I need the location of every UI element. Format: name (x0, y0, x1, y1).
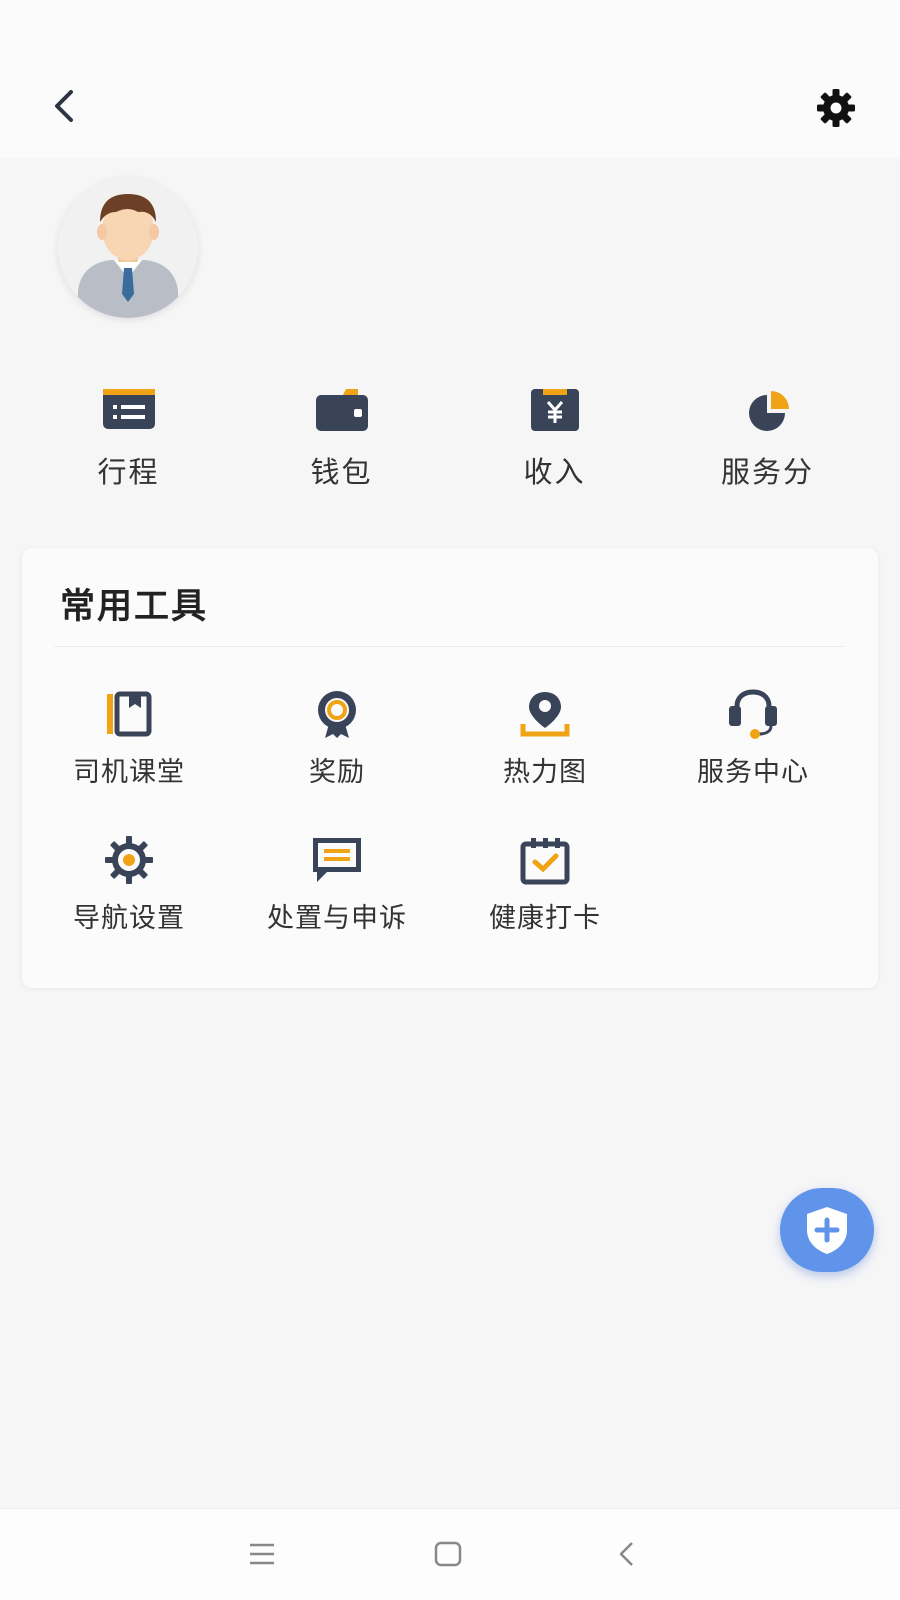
tool-heatmap[interactable]: 热力图 (438, 688, 652, 798)
shortcut-label: 收入 (523, 455, 586, 489)
shortcut-label: 行程 (97, 455, 160, 489)
common-tools-card: 常用工具 司机课堂 奖励 热力图 服务中心 导航设置 处置与申诉 健康打卡 (22, 548, 878, 988)
tool-label: 服务中心 (697, 757, 809, 788)
driver-avatar (58, 178, 198, 318)
shield-plus-icon (807, 1207, 847, 1254)
wallet-icon (315, 389, 368, 431)
menu-button[interactable] (232, 1529, 292, 1579)
driver-profile-page: 行程 钱包 收入 服务分 常用工具 司机课堂 奖励 热力图 服务中心 导航设置 … (0, 0, 900, 1600)
tool-label: 热力图 (503, 757, 587, 788)
system-back-button[interactable] (596, 1529, 656, 1579)
tool-label: 处置与申诉 (267, 903, 407, 934)
avatar[interactable] (58, 178, 198, 318)
calendar-check-icon (520, 838, 570, 885)
tool-service-center[interactable]: 服务中心 (646, 688, 860, 798)
tool-navigation-settings[interactable]: 导航设置 (22, 834, 236, 944)
pie-chart-icon (748, 391, 789, 431)
menu-icon (250, 1543, 274, 1565)
gear-icon (817, 89, 855, 127)
tools-title: 常用工具 (60, 587, 209, 627)
tool-label: 导航设置 (73, 903, 185, 934)
award-badge-icon (318, 691, 356, 738)
divider (54, 646, 844, 647)
safety-shield-button[interactable] (780, 1188, 874, 1272)
income-yuan-icon (530, 389, 579, 431)
tool-label: 司机课堂 (73, 757, 185, 788)
navigation-gear-icon (105, 836, 153, 884)
home-button[interactable] (418, 1529, 478, 1579)
shortcut-service-score[interactable]: 服务分 (661, 375, 874, 495)
book-icon (107, 691, 152, 737)
profile-name-blurred (250, 200, 750, 280)
tool-health-checkin[interactable]: 健康打卡 (438, 834, 652, 944)
tool-disposal-appeal[interactable]: 处置与申诉 (230, 834, 444, 944)
headset-icon (729, 689, 777, 739)
tool-driver-class[interactable]: 司机课堂 (22, 688, 236, 798)
back-triangle-icon (619, 1542, 633, 1566)
map-pin-icon (520, 692, 570, 737)
chevron-left-icon (55, 90, 73, 122)
tool-rewards[interactable]: 奖励 (230, 688, 444, 798)
message-icon (313, 838, 361, 882)
shortcut-wallet[interactable]: 钱包 (235, 375, 448, 495)
top-bar (0, 0, 900, 158)
shortcut-trips[interactable]: 行程 (22, 375, 235, 495)
settings-button[interactable] (808, 80, 864, 136)
shortcut-label: 钱包 (310, 455, 373, 489)
shortcut-label: 服务分 (720, 455, 814, 489)
back-button[interactable] (36, 78, 92, 134)
trip-card-icon (102, 389, 155, 429)
home-square-icon (434, 1541, 462, 1567)
tool-label: 奖励 (309, 757, 365, 788)
shortcut-row: 行程 钱包 收入 服务分 (0, 375, 900, 495)
system-navigation-bar (0, 1508, 900, 1600)
shortcut-income[interactable]: 收入 (448, 375, 661, 495)
tool-label: 健康打卡 (489, 903, 601, 934)
